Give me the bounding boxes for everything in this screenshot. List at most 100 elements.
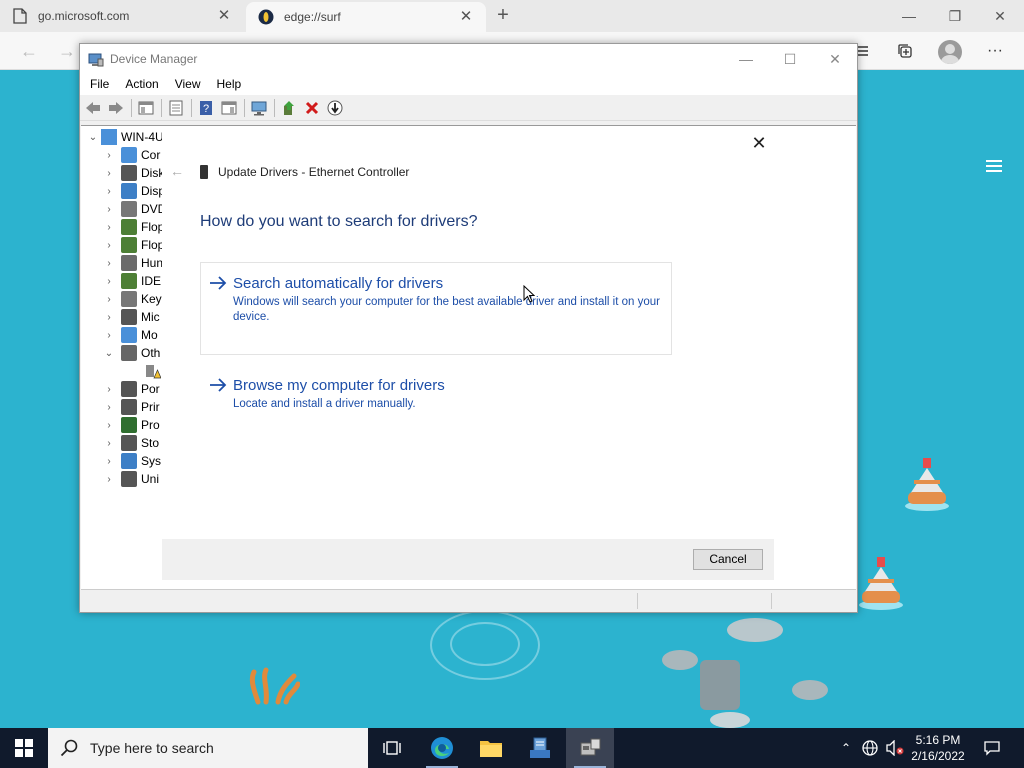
expand-chevron-icon[interactable]: ›: [103, 240, 115, 251]
tree-item[interactable]: › Por: [103, 380, 160, 398]
help-icon[interactable]: ?: [195, 97, 217, 119]
forward-icon[interactable]: [105, 97, 127, 119]
expand-chevron-icon[interactable]: ›: [103, 438, 115, 449]
taskbar-device-manager[interactable]: [566, 728, 614, 768]
expand-chevron-icon[interactable]: ›: [103, 276, 115, 287]
expand-chevron-icon[interactable]: ›: [103, 204, 115, 215]
tree-item[interactable]: › Flop: [103, 218, 164, 236]
expand-chevron-icon[interactable]: ›: [103, 420, 115, 431]
tree-item[interactable]: › Flop: [103, 236, 164, 254]
menu-file[interactable]: File: [82, 77, 117, 91]
taskbar-search-box[interactable]: Type here to search: [48, 728, 368, 768]
device-manager-app-icon: [88, 51, 104, 67]
menu-action[interactable]: Action: [117, 77, 166, 91]
cancel-button[interactable]: Cancel: [693, 549, 763, 570]
browser-minimize-button[interactable]: —: [897, 4, 921, 28]
tree-item[interactable]: ⌄ Oth: [103, 344, 160, 362]
collapse-chevron-icon[interactable]: ⌄: [103, 348, 115, 359]
taskbar-edge[interactable]: [418, 728, 466, 768]
expand-chevron-icon[interactable]: ›: [103, 384, 115, 395]
tree-item[interactable]: › Uni: [103, 470, 159, 488]
dm-close-button[interactable]: ✕: [823, 48, 847, 70]
toolbar-separator: [131, 98, 132, 117]
back-arrow-icon[interactable]: ←: [18, 40, 40, 62]
scan-hardware-icon[interactable]: [248, 97, 270, 119]
tree-item[interactable]: › Prir: [103, 398, 160, 416]
tab-go-microsoft[interactable]: go.microsoft.com ✕: [0, 0, 244, 32]
taskbar-server-manager[interactable]: [516, 728, 564, 768]
browser-restore-button[interactable]: ❐: [943, 4, 967, 28]
new-tab-button[interactable]: +: [492, 4, 514, 26]
tree-item[interactable]: › Sto: [103, 434, 159, 452]
profile-avatar-icon[interactable]: [938, 40, 962, 64]
tree-item[interactable]: › IDE: [103, 272, 161, 290]
volume-muted-icon[interactable]: [884, 728, 906, 768]
tab-close-icon[interactable]: ✕: [458, 9, 474, 25]
expand-chevron-icon[interactable]: ›: [103, 186, 115, 197]
tree-root-computer[interactable]: ⌄ WIN-4U: [81, 128, 164, 146]
collections-icon[interactable]: [894, 40, 916, 62]
start-button[interactable]: [0, 728, 48, 768]
tree-item[interactable]: [127, 362, 165, 380]
tree-item[interactable]: › Key: [103, 290, 162, 308]
network-icon[interactable]: [860, 728, 880, 768]
menu-icon[interactable]: [986, 160, 1002, 175]
tree-item[interactable]: › Mic: [103, 308, 160, 326]
browser-close-button[interactable]: ✕: [988, 4, 1012, 28]
dm-maximize-button[interactable]: ☐: [778, 48, 802, 70]
expand-chevron-icon[interactable]: ›: [103, 168, 115, 179]
taskbar-file-explorer[interactable]: [467, 728, 515, 768]
tree-item[interactable]: › Sys: [103, 452, 161, 470]
expand-chevron-icon[interactable]: ›: [103, 258, 115, 269]
device-category-icon: [121, 345, 137, 361]
dialog-back-arrow-icon[interactable]: ←: [170, 164, 184, 178]
tree-item[interactable]: › DVD: [103, 200, 165, 218]
expand-chevron-icon[interactable]: ›: [103, 402, 115, 413]
notifications-icon[interactable]: [980, 728, 1004, 768]
tab-edge-surf[interactable]: edge://surf ✕: [246, 2, 486, 32]
device-category-icon: [121, 201, 137, 217]
uninstall-device-icon[interactable]: [301, 97, 323, 119]
menu-help[interactable]: Help: [209, 77, 250, 91]
dialog-close-button[interactable]: ✕: [750, 134, 768, 152]
device-category-icon: [121, 273, 137, 289]
tree-item-label: Pro: [141, 418, 160, 432]
system-clock[interactable]: 5:16 PM 2/16/2022: [906, 732, 970, 764]
tree-item-label: Hun: [141, 256, 164, 270]
properties-icon[interactable]: [165, 97, 187, 119]
menu-view[interactable]: View: [167, 77, 209, 91]
expand-chevron-icon[interactable]: ›: [103, 150, 115, 161]
update-driver-icon[interactable]: [278, 97, 300, 119]
dm-minimize-button[interactable]: —: [734, 48, 758, 70]
enable-device-icon[interactable]: [324, 97, 346, 119]
browse-computer-option[interactable]: Browse my computer for drivers Locate an…: [200, 364, 672, 424]
device-category-icon: [121, 309, 137, 325]
tree-item[interactable]: › Cor: [103, 146, 160, 164]
tree-item-label: Sto: [141, 436, 160, 450]
expand-chevron-icon[interactable]: ›: [103, 330, 115, 341]
expand-chevron-icon[interactable]: ›: [103, 294, 115, 305]
search-icon: [60, 739, 78, 757]
tree-item[interactable]: › Hun: [103, 254, 163, 272]
search-automatically-option[interactable]: Search automatically for drivers Windows…: [200, 262, 672, 355]
collapse-chevron-icon[interactable]: ⌄: [87, 132, 99, 143]
settings-more-icon[interactable]: ···: [984, 40, 1006, 62]
folder-icon: [480, 741, 502, 757]
tree-item[interactable]: › Pro: [103, 416, 160, 434]
expand-chevron-icon[interactable]: ›: [103, 312, 115, 323]
device-category-icon: [121, 327, 137, 343]
show-hide-console-tree-icon[interactable]: [135, 97, 157, 119]
tree-item[interactable]: › Disk: [103, 164, 164, 182]
tree-item[interactable]: › Disp: [103, 182, 165, 200]
expand-chevron-icon[interactable]: ›: [103, 456, 115, 467]
expand-chevron-icon[interactable]: ›: [103, 222, 115, 233]
server-manager-icon: [530, 737, 550, 758]
back-icon[interactable]: [82, 97, 104, 119]
show-hidden-icons-chevron[interactable]: ⌃: [838, 728, 854, 768]
task-view-button[interactable]: [368, 728, 416, 768]
expand-chevron-icon[interactable]: ›: [103, 474, 115, 485]
action-pane-icon[interactable]: [218, 97, 240, 119]
forward-arrow-icon[interactable]: →: [56, 40, 78, 62]
tab-close-icon[interactable]: ✕: [216, 8, 232, 24]
tree-item[interactable]: › Mo: [103, 326, 158, 344]
